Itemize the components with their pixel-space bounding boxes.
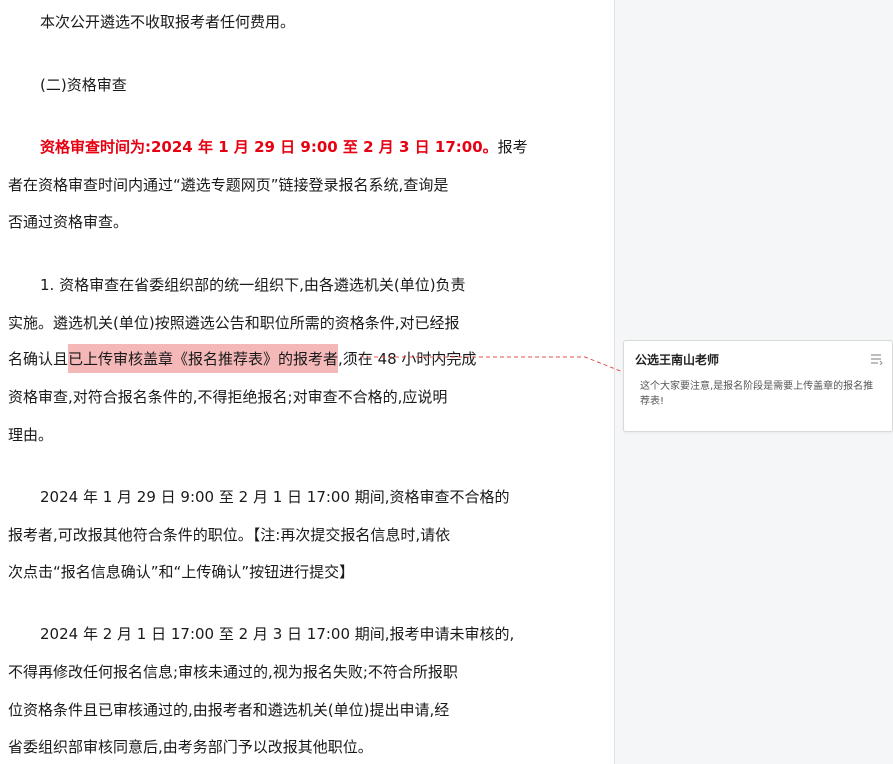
text-line: 2024 年 2 月 1 日 17:00 至 2 月 3 日 17:00 期间,… bbox=[40, 625, 515, 643]
review-time-line: 资格审查时间为:2024 年 1 月 29 日 9:00 至 2 月 3 日 1… bbox=[40, 137, 528, 157]
text-line: 实施。遴选机关(单位)按照遴选公告和职位所需的资格条件,对已经报 bbox=[8, 314, 460, 332]
text-run: ,须在 48 小时内完成 bbox=[338, 350, 477, 368]
text-line: 不得再修改任何报名信息;审核未通过的,视为报名失败;不符合所报职 bbox=[8, 663, 458, 681]
section-heading: (二)资格审查 bbox=[40, 76, 127, 94]
text-line: 次点击“报名信息确认”和“上传确认”按钮进行提交】 bbox=[8, 563, 355, 581]
comment-author: 公选王南山老师 bbox=[635, 353, 720, 367]
text-run: 报考 bbox=[497, 138, 528, 156]
list-menu-icon[interactable] bbox=[870, 350, 884, 366]
text-line: 位资格条件且已审核通过的,由报考者和遴选机关(单位)提出申请,经 bbox=[8, 701, 450, 719]
text-line: 理由。 bbox=[8, 426, 54, 444]
text-line: 省委组织部审核同意后,由考务部门予以改报其他职位。 bbox=[8, 738, 373, 756]
text-line: 2024 年 1 月 29 日 9:00 至 2 月 1 日 17:00 期间,… bbox=[40, 488, 510, 506]
review-time-red-text: 资格审查时间为:2024 年 1 月 29 日 9:00 至 2 月 3 日 1… bbox=[40, 138, 498, 156]
paragraph-fee: 本次公开遴选不收取报考者任何费用。 bbox=[40, 13, 296, 31]
commented-highlight[interactable]: 已上传审核盖章《报名推荐表》的报考者 bbox=[68, 344, 339, 373]
text-line: 否通过资格审查。 bbox=[8, 213, 129, 231]
text-line: 者在资格审查时间内通过“遴选专题网页”链接登录报名系统,查询是 bbox=[8, 176, 449, 194]
comment-card[interactable]: 公选王南山老师 这个大家要注意,是报名阶段是需要上传盖章的报名推荐表! bbox=[623, 340, 893, 432]
document-page: 本次公开遴选不收取报考者任何费用。 (二)资格审查 资格审查时间为:2024 年… bbox=[0, 0, 614, 764]
text-line: 1. 资格审查在省委组织部的统一组织下,由各遴选机关(单位)负责 bbox=[40, 276, 466, 294]
text-line: 报考者,可改报其他符合条件的职位。【注:再次提交报名信息时,请依 bbox=[8, 526, 451, 544]
comment-text: 这个大家要注意,是报名阶段是需要上传盖章的报名推荐表! bbox=[640, 381, 874, 407]
text-line: 资格审查,对符合报名条件的,不得拒绝报名;对审查不合格的,应说明 bbox=[8, 388, 448, 406]
text-run: 名确认且 bbox=[8, 350, 69, 368]
commented-line: 名确认且已上传审核盖章《报名推荐表》的报考者,须在 48 小时内完成 bbox=[8, 344, 508, 373]
